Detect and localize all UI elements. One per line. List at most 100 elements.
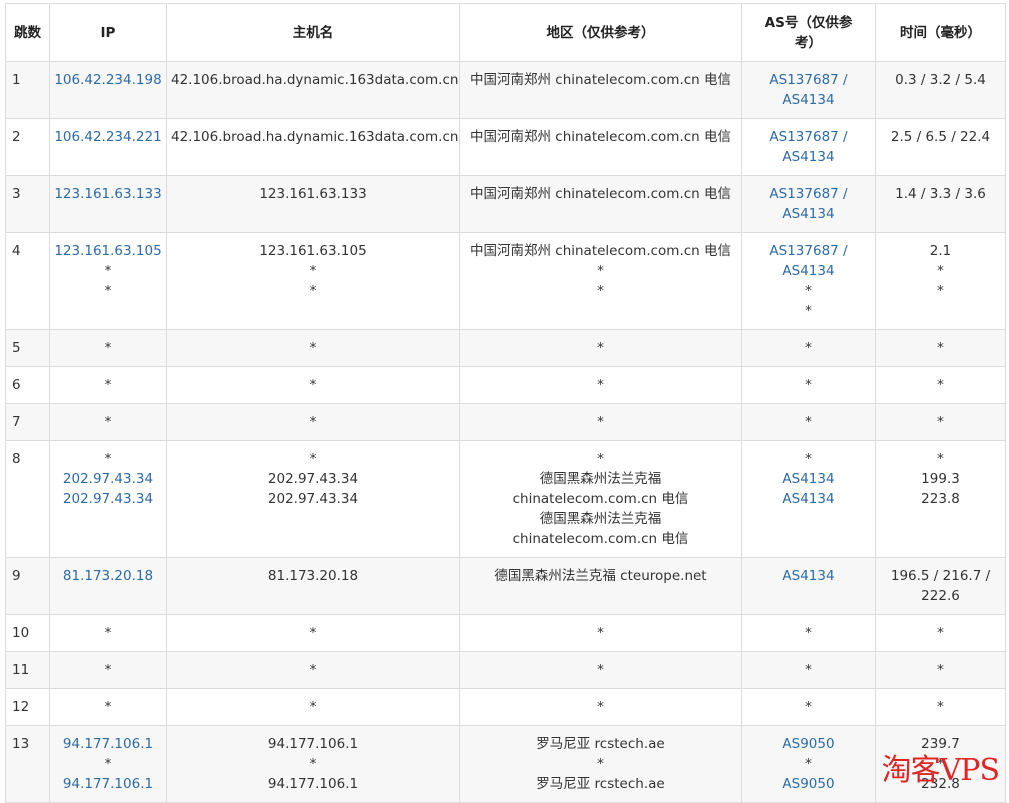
ip-text: * bbox=[104, 283, 112, 299]
time-cell: * bbox=[875, 614, 1006, 652]
asn-link[interactable]: AS9050 bbox=[746, 774, 871, 794]
time-text: 2.5 / 6.5 / 22.4 bbox=[890, 129, 991, 145]
ip-cell: * bbox=[49, 329, 167, 367]
host-cell: 42.106.broad.ha.dynamic.163data.com.cn bbox=[166, 118, 460, 176]
ip-cell: 106.42.234.198 bbox=[49, 61, 167, 119]
asn-link[interactable]: AS4134 bbox=[746, 147, 871, 167]
ip-link[interactable]: 202.97.43.34 bbox=[54, 489, 162, 509]
time-text: 196.5 / 216.7 / bbox=[890, 568, 991, 584]
asn-link[interactable]: AS137687 / bbox=[746, 241, 871, 261]
time-text: * bbox=[937, 662, 944, 678]
host-text: * bbox=[309, 625, 317, 641]
time-text: 239.7 bbox=[921, 736, 960, 752]
ip-link[interactable]: 81.173.20.18 bbox=[54, 566, 162, 586]
header-ip: IP bbox=[49, 3, 167, 62]
asn-link[interactable]: AS9050 bbox=[746, 734, 871, 754]
hop-number: 2 bbox=[5, 118, 50, 176]
ip-link[interactable]: 123.161.63.105 bbox=[54, 241, 162, 261]
region-cell: 罗马尼亚 rcstech.ae * 罗马尼亚 rcstech.ae bbox=[459, 725, 742, 803]
ip-cell: * bbox=[49, 403, 167, 441]
region-text: 德国黑森州法兰克福 bbox=[539, 511, 662, 527]
ip-link[interactable]: 106.42.234.221 bbox=[54, 127, 162, 147]
asn-link[interactable]: AS4134 bbox=[746, 469, 871, 489]
traceroute-table: 跳数 IP 主机名 地区（仅供参考） AS号（仅供参考） 时间（毫秒） 1 106… bbox=[5, 3, 1006, 803]
host-text: * bbox=[309, 377, 317, 393]
ip-link[interactable]: 123.161.63.133 bbox=[54, 184, 162, 204]
region-cell: 中国河南郑州 chinatelecom.com.cn 电信 * * bbox=[459, 232, 742, 330]
watermark-logo: 淘客VPS bbox=[881, 753, 1000, 788]
table-row: 5 * * * * * bbox=[5, 329, 1006, 367]
asn-link[interactable]: AS4134 bbox=[746, 90, 871, 110]
host-cell: * bbox=[166, 403, 460, 441]
time-text: * bbox=[937, 414, 944, 430]
header-time: 时间（毫秒） bbox=[875, 3, 1006, 62]
region-text: * bbox=[597, 662, 604, 678]
time-text: * bbox=[937, 451, 944, 467]
ip-link[interactable]: 94.177.106.1 bbox=[54, 774, 162, 794]
time-text: 2.1 bbox=[929, 243, 952, 259]
region-text: 德国黑森州法兰克福 bbox=[539, 471, 662, 487]
header-asn: AS号（仅供参考） bbox=[741, 3, 876, 62]
region-text: * bbox=[597, 756, 604, 772]
asn-cell: AS137687 /AS4134 bbox=[741, 61, 876, 119]
region-text: * bbox=[597, 625, 604, 641]
time-text: 222.6 bbox=[921, 588, 960, 604]
host-text: * bbox=[309, 451, 317, 467]
hop-number: 13 bbox=[5, 725, 50, 803]
ip-text: * bbox=[104, 377, 112, 393]
time-text: * bbox=[937, 699, 944, 715]
ip-cell: * 202.97.43.34 202.97.43.34 bbox=[49, 440, 167, 558]
asn-link[interactable]: AS137687 / bbox=[746, 127, 871, 147]
region-text: 罗马尼亚 rcstech.ae bbox=[536, 776, 665, 792]
region-cell: * bbox=[459, 651, 742, 689]
host-cell: * 202.97.43.34 202.97.43.34 bbox=[166, 440, 460, 558]
time-cell: * bbox=[875, 329, 1006, 367]
ip-link[interactable]: 94.177.106.1 bbox=[54, 734, 162, 754]
region-cell: * bbox=[459, 403, 742, 441]
asn-link[interactable]: AS137687 / bbox=[746, 184, 871, 204]
region-text: chinatelecom.com.cn 电信 bbox=[512, 491, 689, 507]
host-cell: 123.161.63.133 bbox=[166, 175, 460, 233]
asn-text: * bbox=[805, 303, 812, 319]
ip-cell: 81.173.20.18 bbox=[49, 557, 167, 615]
host-cell: 94.177.106.1 * 94.177.106.1 bbox=[166, 725, 460, 803]
table-row: 4 123.161.63.105 * * 123.161.63.105 * * 中国河南郑州 … bbox=[5, 232, 1006, 330]
ip-link[interactable]: 106.42.234.198 bbox=[54, 70, 162, 90]
asn-link[interactable]: AS137687 / bbox=[746, 70, 871, 90]
time-cell: * bbox=[875, 651, 1006, 689]
hop-number: 11 bbox=[5, 651, 50, 689]
time-text: * bbox=[937, 263, 944, 279]
region-text: 中国河南郑州 chinatelecom.com.cn 电信 bbox=[469, 129, 732, 145]
region-cell: * bbox=[459, 614, 742, 652]
asn-text: * bbox=[805, 377, 812, 393]
ip-cell: 123.161.63.105 * * bbox=[49, 232, 167, 330]
asn-cell: AS137687 /AS4134 bbox=[741, 118, 876, 176]
region-text: 中国河南郑州 chinatelecom.com.cn 电信 bbox=[469, 186, 732, 202]
ip-link[interactable]: 202.97.43.34 bbox=[54, 469, 162, 489]
asn-text: * bbox=[805, 699, 812, 715]
hop-number: 10 bbox=[5, 614, 50, 652]
asn-link[interactable]: AS4134 bbox=[746, 204, 871, 224]
asn-cell: AS137687 /AS4134 * * bbox=[741, 232, 876, 330]
asn-link[interactable]: AS4134 bbox=[746, 261, 871, 281]
asn-link[interactable]: AS4134 bbox=[746, 566, 871, 586]
time-text: 223.8 bbox=[921, 491, 960, 507]
asn-cell: * AS4134 AS4134 bbox=[741, 440, 876, 558]
table-row: 9 81.173.20.18 81.173.20.18 德国黑森州法兰克福 cteur… bbox=[5, 557, 1006, 615]
asn-link[interactable]: AS4134 bbox=[746, 489, 871, 509]
host-text: 81.173.20.18 bbox=[267, 568, 359, 584]
region-cell: * bbox=[459, 329, 742, 367]
table-header-row: 跳数 IP 主机名 地区（仅供参考） AS号（仅供参考） 时间（毫秒） bbox=[5, 3, 1006, 62]
asn-cell: * bbox=[741, 329, 876, 367]
region-text: * bbox=[597, 699, 604, 715]
region-text: * bbox=[597, 263, 604, 279]
ip-cell: 106.42.234.221 bbox=[49, 118, 167, 176]
host-text: 94.177.106.1 bbox=[267, 776, 359, 792]
host-cell: * bbox=[166, 329, 460, 367]
table-row: 7 * * * * * bbox=[5, 403, 1006, 441]
region-cell: * bbox=[459, 366, 742, 404]
host-text: 123.161.63.133 bbox=[259, 186, 367, 202]
time-cell: 2.1 * * bbox=[875, 232, 1006, 330]
ip-cell: * bbox=[49, 366, 167, 404]
ip-text: * bbox=[104, 699, 112, 715]
